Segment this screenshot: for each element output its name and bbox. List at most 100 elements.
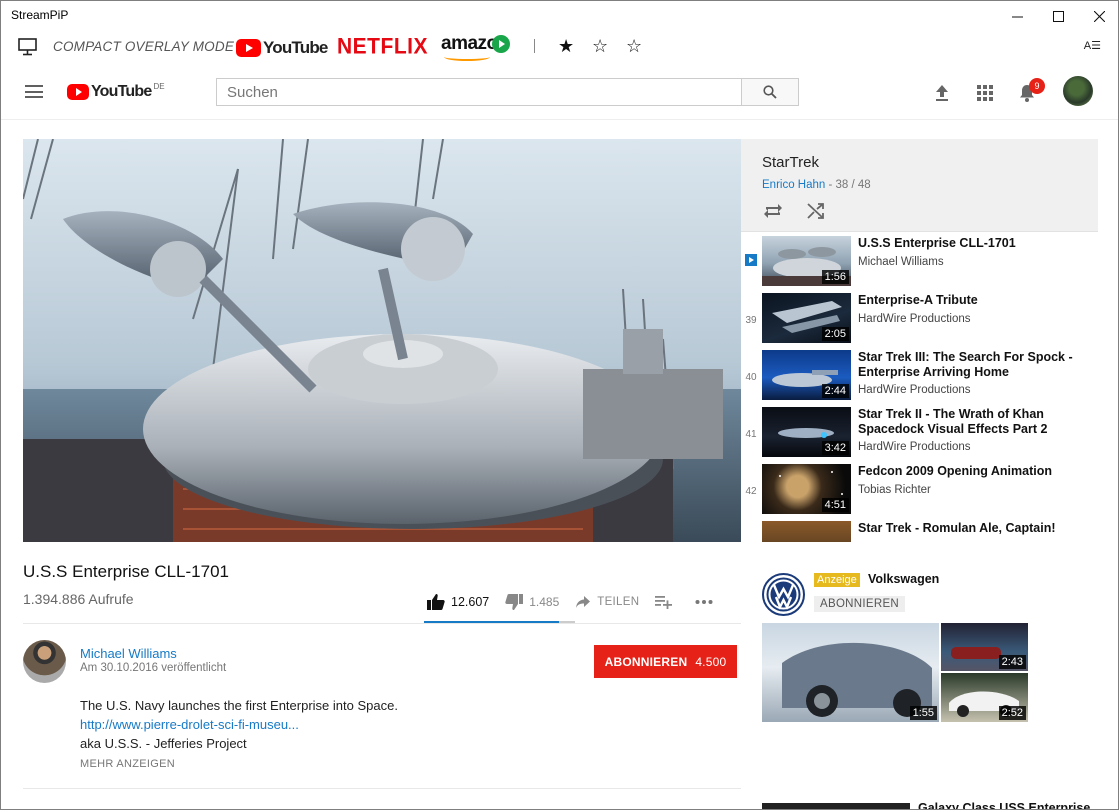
search-input[interactable] [216,78,742,106]
playlist-separator: - [828,179,836,191]
playlist-item[interactable]: 1:56 U.S.S Enterprise CLL-1701 Michael W… [741,236,1098,293]
playlist-position: 38 / 48 [835,179,871,191]
description-line: The U.S. Navy launches the first Enterpr… [80,698,398,713]
video-duration: 2:43 [998,655,1026,669]
favorite-star-2[interactable]: ☆ [592,36,608,57]
logo-region: DE [153,81,165,91]
maximize-icon [1052,10,1064,22]
playlist-item-title: Star Trek III: The Search For Spock - En… [858,350,1073,379]
add-to-playlist-button[interactable] [655,595,679,609]
playlist-owner-link[interactable]: Enrico Hahn [762,179,825,191]
ad-video-thumbnail[interactable]: 1:55 [762,623,939,722]
video-duration: 2:44 [821,384,849,398]
app-window: StreamPiP COMPACT OVERLAY MODE YouTube N… [0,0,1119,810]
thumbs-down-icon [505,594,524,610]
divider [23,623,741,624]
playlist-item-owner: HardWire Productions [858,313,971,325]
channel-avatar[interactable] [23,640,66,683]
next-video-title[interactable]: Galaxy Class USS Enterprise [918,801,1090,809]
favorite-star-1[interactable]: ★ [558,36,574,57]
playlist-thumbnail: 2:44 [762,350,851,400]
upload-icon[interactable] [932,83,952,103]
show-more-button[interactable]: MEHR ANZEIGEN [80,758,175,770]
playlist-item[interactable]: 39 2:05 Enterprise-A Tribute HardWire Pr… [741,293,1098,350]
description-link[interactable]: http://www.pierre-drolet-sci-fi-museu... [80,717,299,732]
publish-date: Am 30.10.2016 veröffentlicht [80,662,227,674]
amazon-smile-icon [444,53,490,61]
search-button[interactable] [741,78,799,106]
playlist-title[interactable]: StarTrek [762,154,819,171]
ad-video-thumbnail[interactable]: 2:43 [941,623,1028,671]
menu-icon[interactable] [25,85,43,98]
user-avatar[interactable] [1063,76,1093,106]
playlist-thumbnail: 2:05 [762,293,851,343]
playlist-item-title: Star Trek II - The Wrath of Khan Spacedo… [858,407,1048,436]
video-actions: 12.607 1.485 TEILEN [427,590,735,614]
playlist-item[interactable]: 42 4:51 Fedcon 2009 Opening Animation To… [741,464,1098,521]
playlist-item-title: U.S.S Enterprise CLL-1701 [858,236,1016,250]
ad-label: Anzeige [814,573,860,587]
dislike-button[interactable]: 1.485 [505,594,559,610]
playlist-item[interactable]: 41 3:42 Star Trek II - The Wrath of Khan… [741,407,1098,464]
video-player[interactable] [23,139,741,542]
ad-video-thumbnail[interactable]: 2:52 [941,673,1028,722]
notification-count-badge: 9 [1029,78,1045,94]
playlist-item-owner: HardWire Productions [858,384,971,396]
subscriber-count: 4.500 [695,654,727,669]
window-title: StreamPiP [11,8,69,22]
share-icon [576,596,591,608]
next-video-thumbnail[interactable] [762,803,910,809]
compact-overlay-mode-button[interactable]: COMPACT OVERLAY MODE [53,39,234,54]
more-actions-button[interactable] [695,599,719,605]
playlist-item-index: 40 [745,372,757,383]
playlist-meta: Enrico Hahn - 38 / 48 [762,179,871,191]
playlist-thumbnail: 3:42 [762,407,851,457]
ad-subscribe-button[interactable]: ABONNIEREN [814,596,906,612]
maximize-button[interactable] [1035,1,1081,31]
loop-icon[interactable] [762,201,784,221]
youtube-service-label: YouTube [263,38,328,57]
dislike-count: 1.485 [529,595,560,609]
netflix-service-button[interactable]: NETFLIX [337,34,428,59]
video-description: The U.S. Navy launches the first Enterpr… [80,696,398,753]
playlist-item-index: 39 [745,315,757,326]
youtube-logo-icon [236,39,261,57]
video-duration: 2:52 [998,706,1026,720]
youtube-logo-icon [67,84,89,100]
playlist-item[interactable]: 43 Star Trek - Romulan Ale, Captain! [741,521,1098,542]
favorite-star-3[interactable]: ☆ [626,36,642,57]
description-line: aka U.S.S. - Jefferies Project [80,736,247,751]
share-label: TEILEN [597,596,640,608]
playlist-item[interactable]: 40 2:44 Star Trek III: The Search For Sp… [741,350,1098,407]
logo-word: YouTube [91,83,152,100]
share-button[interactable]: TEILEN [575,595,639,609]
playlist-item-title: Star Trek - Romulan Ale, Captain! [858,521,1056,535]
apps-grid-icon[interactable] [975,83,995,103]
minimize-button[interactable] [994,1,1040,31]
monitor-icon[interactable] [18,38,38,56]
video-duration: 4:51 [821,498,849,512]
youtube-home-logo[interactable]: YouTube DE [67,81,165,101]
minimize-icon [1011,16,1023,17]
amazon-play-icon [492,35,510,53]
playlist-panel: StarTrek Enrico Hahn - 38 / 48 1:56 U.S.… [741,139,1098,542]
close-button[interactable] [1076,1,1118,31]
youtube-service-button[interactable]: YouTube [236,38,328,58]
more-dots-icon [695,600,713,604]
app-toolbar: COMPACT OVERLAY MODE YouTube NETFLIX ama… [1,31,1118,65]
playlist-item-index: 41 [745,429,757,440]
like-button[interactable]: 12.607 [427,594,489,610]
volkswagen-logo[interactable] [762,573,805,616]
search-icon [763,85,777,99]
shuffle-icon[interactable] [805,201,827,221]
settings-menu-button[interactable]: A☰ [1084,39,1101,52]
playlist-item-owner: Michael Williams [858,256,944,268]
subscribe-button[interactable]: ABONNIEREN 4.500 [594,645,737,678]
like-count: 12.607 [451,595,490,609]
playlist-thumbnail: 1:56 [762,236,851,286]
view-count: 1.394.886 Aufrufe [23,591,134,607]
playlist-thumbnail: 4:51 [762,464,851,514]
channel-name-link[interactable]: Michael Williams [80,646,177,661]
ad-brand-name[interactable]: Volkswagen [868,572,939,586]
thumbs-up-icon [427,594,445,610]
